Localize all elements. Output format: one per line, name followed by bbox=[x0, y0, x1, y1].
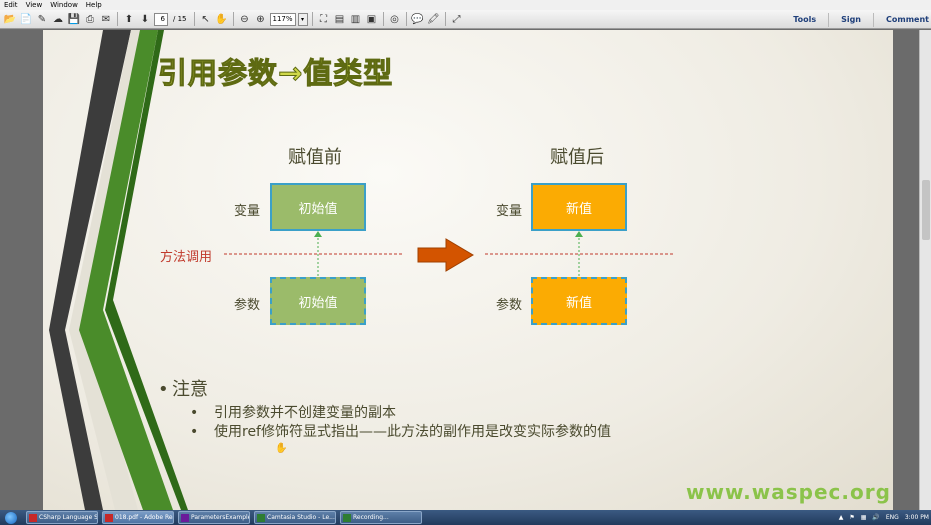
vertical-scrollbar[interactable] bbox=[919, 30, 931, 510]
system-tray: ▲ ⚑ ▦ 🔊 ENG 3:00 PM bbox=[839, 510, 929, 525]
mouse-cursor-icon: ✋ bbox=[275, 443, 288, 454]
transition-arrow bbox=[417, 238, 474, 272]
toolbar-divider bbox=[444, 12, 446, 26]
read-mode-icon[interactable]: ▣ bbox=[365, 12, 379, 26]
watermark: www.waspec.org bbox=[686, 480, 891, 504]
toolbar: 📂 📄 ✎ ☁ 💾 ⎙ ✉ ⬆ ⬇ 6 / 15 ↖ ✋ ⊖ ⊕ 117% ▾ … bbox=[0, 10, 931, 29]
app-icon bbox=[29, 513, 37, 522]
taskbar-item[interactable]: Camtasia Studio - Le... bbox=[254, 511, 336, 524]
toolbar-right-buttons: Tools Sign Comment bbox=[793, 10, 931, 29]
toolbar-divider bbox=[828, 12, 830, 27]
read-aloud-icon[interactable]: ◎ bbox=[388, 12, 402, 26]
taskbar-item[interactable]: Recording... bbox=[340, 511, 422, 524]
toolbar-divider bbox=[193, 12, 195, 26]
windows-icon bbox=[5, 511, 17, 524]
page-number-input[interactable]: 6 bbox=[154, 12, 168, 26]
taskbar-item[interactable]: 018.pdf - Adobe Rea... bbox=[102, 511, 174, 524]
open-icon[interactable]: 📂 bbox=[3, 12, 17, 26]
highlight-icon[interactable]: 🖍 bbox=[427, 12, 441, 26]
previous-page-icon[interactable]: ⬆ bbox=[122, 12, 136, 26]
slide-page: 引用参数→值类型 赋值前 赋值后 变量 变量 参数 参数 初始值 初始值 新值 … bbox=[43, 30, 893, 510]
pdf-icon bbox=[105, 513, 113, 522]
menu-bar: Edit View Window Help bbox=[0, 0, 931, 10]
start-button[interactable] bbox=[0, 510, 22, 525]
comment-icon[interactable]: 💬 bbox=[411, 12, 425, 26]
select-tool-icon[interactable]: ↖ bbox=[199, 12, 213, 26]
taskbar-item[interactable]: ParametersExample -... bbox=[178, 511, 250, 524]
note-item: • 使用ref修饰符显式指出——此方法的副作用是改变实际参数的值 bbox=[190, 424, 611, 440]
toolbar-divider bbox=[873, 12, 875, 27]
hand-tool-icon[interactable]: ✋ bbox=[215, 12, 229, 26]
fit-page-icon[interactable]: ⛶ bbox=[317, 12, 331, 26]
tools-button[interactable]: Tools bbox=[793, 15, 816, 24]
taskbar-item[interactable]: CSharp Language Sp... bbox=[26, 511, 98, 524]
notes-title: • 注意 bbox=[158, 379, 208, 400]
sign-button[interactable]: Sign bbox=[841, 15, 861, 24]
zoom-in-icon[interactable]: ⊕ bbox=[254, 12, 268, 26]
camtasia-icon bbox=[257, 513, 265, 522]
tray-expand-icon[interactable]: ▲ bbox=[839, 514, 844, 521]
scrollbar-thumb[interactable] bbox=[922, 180, 930, 240]
menu-view[interactable]: View bbox=[26, 0, 43, 10]
note-item: • 引用参数并不创建变量的副本 bbox=[190, 405, 396, 421]
save-icon[interactable]: 💾 bbox=[67, 12, 81, 26]
language-indicator[interactable]: ENG bbox=[886, 514, 899, 521]
email-icon[interactable]: ✉ bbox=[99, 12, 113, 26]
create-pdf-icon[interactable]: 📄 bbox=[19, 12, 33, 26]
volume-icon[interactable]: 🔊 bbox=[872, 514, 879, 521]
menu-help[interactable]: Help bbox=[86, 0, 102, 10]
recording-icon bbox=[343, 513, 351, 522]
reference-arrow-head bbox=[575, 231, 583, 237]
network-icon[interactable]: ▦ bbox=[861, 514, 867, 521]
clock[interactable]: 3:00 PM bbox=[905, 514, 929, 521]
menu-window[interactable]: Window bbox=[50, 0, 78, 10]
taskbar: CSharp Language Sp... 018.pdf - Adobe Re… bbox=[0, 510, 931, 525]
next-page-icon[interactable]: ⬇ bbox=[138, 12, 152, 26]
page-total: / 15 bbox=[173, 15, 187, 23]
reference-arrow-head bbox=[314, 231, 322, 237]
scrolling-mode-icon[interactable]: ▥ bbox=[349, 12, 363, 26]
cloud-icon[interactable]: ☁ bbox=[51, 12, 65, 26]
zoom-out-icon[interactable]: ⊖ bbox=[238, 12, 252, 26]
edit-icon[interactable]: ✎ bbox=[35, 12, 49, 26]
toolbar-divider bbox=[311, 12, 313, 26]
zoom-input[interactable]: 117% bbox=[269, 12, 296, 26]
comment-button[interactable]: Comment bbox=[886, 15, 929, 24]
toolbar-divider bbox=[382, 12, 384, 26]
toolbar-divider bbox=[232, 12, 234, 26]
visual-studio-icon bbox=[181, 513, 189, 522]
fit-width-icon[interactable]: ▤ bbox=[333, 12, 347, 26]
toolbar-divider bbox=[405, 12, 407, 26]
menu-edit[interactable]: Edit bbox=[4, 0, 18, 10]
toolbar-divider bbox=[117, 12, 118, 26]
print-icon[interactable]: ⎙ bbox=[83, 12, 97, 26]
expand-icon[interactable]: ⤢ bbox=[450, 12, 464, 26]
flag-icon[interactable]: ⚑ bbox=[849, 514, 854, 521]
zoom-dropdown-icon[interactable]: ▾ bbox=[297, 12, 308, 26]
